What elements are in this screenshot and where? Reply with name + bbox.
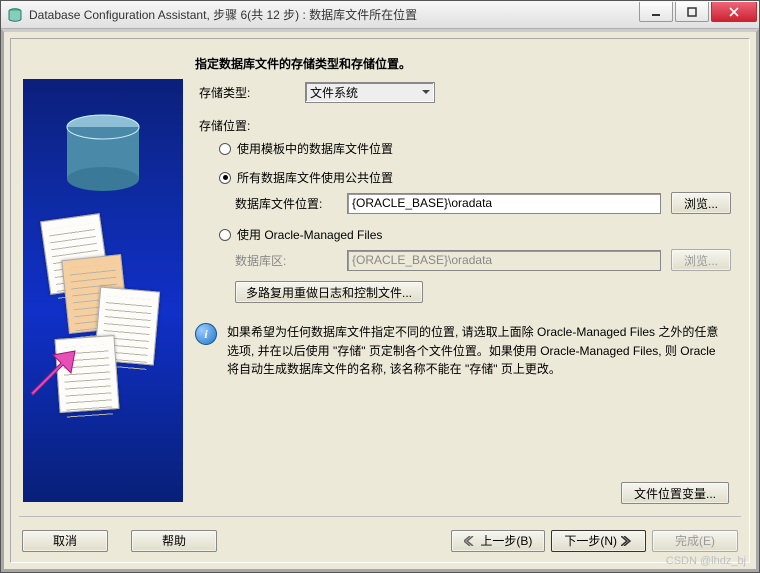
arrow-icon <box>27 349 77 399</box>
wizard-footer: 取消 帮助 上一步(B) 下一步(N) 完成(E) <box>19 516 741 556</box>
storage-type-value: 文件系统 <box>310 84 358 101</box>
info-text: 如果希望为任何数据库文件指定不同的位置, 请选取上面除 Oracle-Manag… <box>227 323 721 379</box>
illustration-panel <box>23 79 183 502</box>
info-icon: i <box>195 323 217 345</box>
back-button[interactable]: 上一步(B) <box>451 530 545 552</box>
dbca-window: Database Configuration Assistant, 步骤 6(共… <box>0 0 760 573</box>
wizard-frame: 指定数据库文件的存储类型和存储位置。 存储类型: 文件系统 存储位置: 使用模板… <box>10 38 750 563</box>
db-area-input <box>347 250 661 271</box>
storage-location-label: 存储位置: <box>195 117 305 134</box>
radio-use-template[interactable] <box>219 143 231 155</box>
radio-use-template-label: 使用模板中的数据库文件位置 <box>237 140 393 157</box>
content-panel: 指定数据库文件的存储类型和存储位置。 存储类型: 文件系统 存储位置: 使用模板… <box>195 39 749 514</box>
storage-type-label: 存储类型: <box>195 84 305 101</box>
chevron-right-icon <box>621 536 633 546</box>
chevron-left-icon <box>464 536 476 546</box>
app-icon <box>7 7 23 23</box>
storage-type-select[interactable]: 文件系统 <box>305 82 435 103</box>
finish-button: 完成(E) <box>652 530 738 552</box>
multiplex-button[interactable]: 多路复用重做日志和控制文件... <box>235 281 423 303</box>
next-button[interactable]: 下一步(N) <box>551 530 646 552</box>
minimize-button[interactable] <box>639 2 673 22</box>
titlebar: Database Configuration Assistant, 步骤 6(共… <box>1 1 759 29</box>
radio-use-common[interactable] <box>219 172 231 184</box>
db-file-location-label: 数据库文件位置: <box>235 195 347 212</box>
page-heading: 指定数据库文件的存储类型和存储位置。 <box>195 55 411 72</box>
db-file-location-input[interactable] <box>347 193 661 214</box>
client-area: 指定数据库文件的存储类型和存储位置。 存储类型: 文件系统 存储位置: 使用模板… <box>1 29 759 572</box>
browse-button-2: 浏览... <box>671 249 731 271</box>
radio-use-common-label: 所有数据库文件使用公共位置 <box>237 169 393 186</box>
maximize-button[interactable] <box>675 2 709 22</box>
help-button[interactable]: 帮助 <box>131 530 217 552</box>
db-area-label: 数据库区: <box>235 252 347 269</box>
cancel-button[interactable]: 取消 <box>22 530 108 552</box>
info-box: i 如果希望为任何数据库文件指定不同的位置, 请选取上面除 Oracle-Man… <box>195 323 731 379</box>
window-controls <box>639 2 757 22</box>
radio-use-omf[interactable] <box>219 229 231 241</box>
radio-use-omf-label: 使用 Oracle-Managed Files <box>237 226 382 243</box>
file-location-vars-button[interactable]: 文件位置变量... <box>621 482 729 504</box>
close-button[interactable] <box>711 2 757 22</box>
browse-button-1[interactable]: 浏览... <box>671 192 731 214</box>
